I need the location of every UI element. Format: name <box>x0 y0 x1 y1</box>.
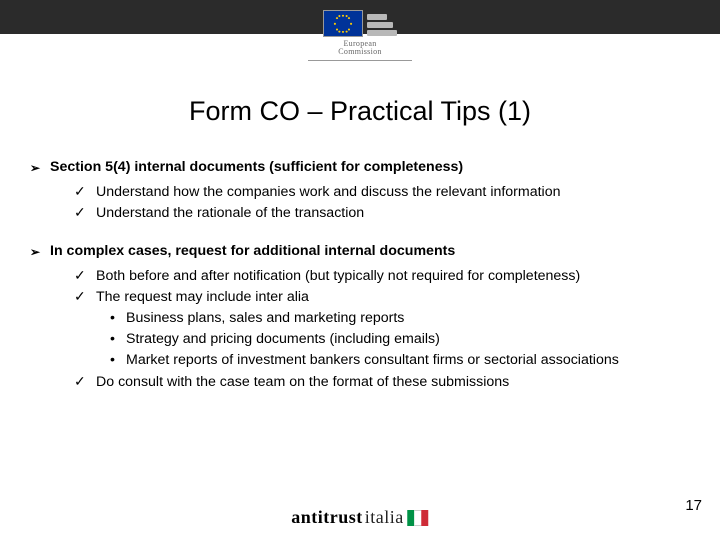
check-bullet-icon: ✓ <box>74 204 86 223</box>
sub-list-item: • Strategy and pricing documents (includ… <box>30 330 690 349</box>
slide-title: Form CO – Practical Tips (1) <box>0 96 720 127</box>
sub-list-item: • Business plans, sales and marketing re… <box>30 309 690 328</box>
section-heading-text: In complex cases, request for additional… <box>50 243 455 259</box>
ec-logo-graphic <box>323 10 397 37</box>
ec-logo-line2: Commission <box>338 47 381 56</box>
sub-list-item: • Market reports of investment bankers c… <box>30 351 690 370</box>
list-item: ✓ Do consult with the case team on the f… <box>30 373 690 392</box>
slide: European Commission Form CO – Practical … <box>0 0 720 540</box>
sub-list-item-text: Market reports of investment bankers con… <box>126 352 619 368</box>
check-bullet-icon: ✓ <box>74 267 86 286</box>
list-item-text: Understand how the companies work and di… <box>96 184 561 200</box>
check-bullet-icon: ✓ <box>74 373 86 392</box>
page-number: 17 <box>685 497 702 514</box>
section-items: ✓ Understand how the companies work and … <box>30 183 690 223</box>
section-heading-text: Section 5(4) internal documents (suffici… <box>50 159 463 175</box>
list-item-text: Both before and after notification (but … <box>96 268 580 284</box>
dot-bullet-icon: • <box>110 351 115 370</box>
arrow-bullet-icon: ➢ <box>30 244 40 260</box>
list-item-text: The request may include inter alia <box>96 289 309 305</box>
check-bullet-icon: ✓ <box>74 183 86 202</box>
ec-logo-text: European Commission <box>338 40 381 57</box>
list-item: ✓ Both before and after notification (bu… <box>30 267 690 286</box>
list-item-text: Understand the rationale of the transact… <box>96 205 364 221</box>
list-item: ✓ Understand the rationale of the transa… <box>30 204 690 223</box>
arrow-bullet-icon: ➢ <box>30 160 40 176</box>
sub-list-item-text: Business plans, sales and marketing repo… <box>126 310 404 326</box>
dot-bullet-icon: • <box>110 330 115 349</box>
dot-bullet-icon: • <box>110 309 115 328</box>
slide-content: ➢ Section 5(4) internal documents (suffi… <box>30 158 690 410</box>
list-item: ✓ The request may include inter alia <box>30 288 690 307</box>
ec-logo-bars-icon <box>367 14 397 36</box>
section-heading: ➢ In complex cases, request for addition… <box>30 242 690 261</box>
check-bullet-icon: ✓ <box>74 288 86 307</box>
footer-logo-part2: italia <box>365 507 404 528</box>
footer-logo-part1: antitrust <box>291 507 363 528</box>
eu-flag-icon <box>323 10 363 37</box>
list-item-text: Do consult with the case team on the for… <box>96 374 509 390</box>
list-item: ✓ Understand how the companies work and … <box>30 183 690 202</box>
section-items: ✓ Both before and after notification (bu… <box>30 267 690 392</box>
footer-logo: antitrustitalia <box>291 507 428 528</box>
ec-logo: European Commission <box>308 10 412 61</box>
ec-logo-underline <box>308 60 412 61</box>
italy-flag-icon <box>408 510 429 526</box>
sub-list-item-text: Strategy and pricing documents (includin… <box>126 331 440 347</box>
section-heading: ➢ Section 5(4) internal documents (suffi… <box>30 158 690 177</box>
